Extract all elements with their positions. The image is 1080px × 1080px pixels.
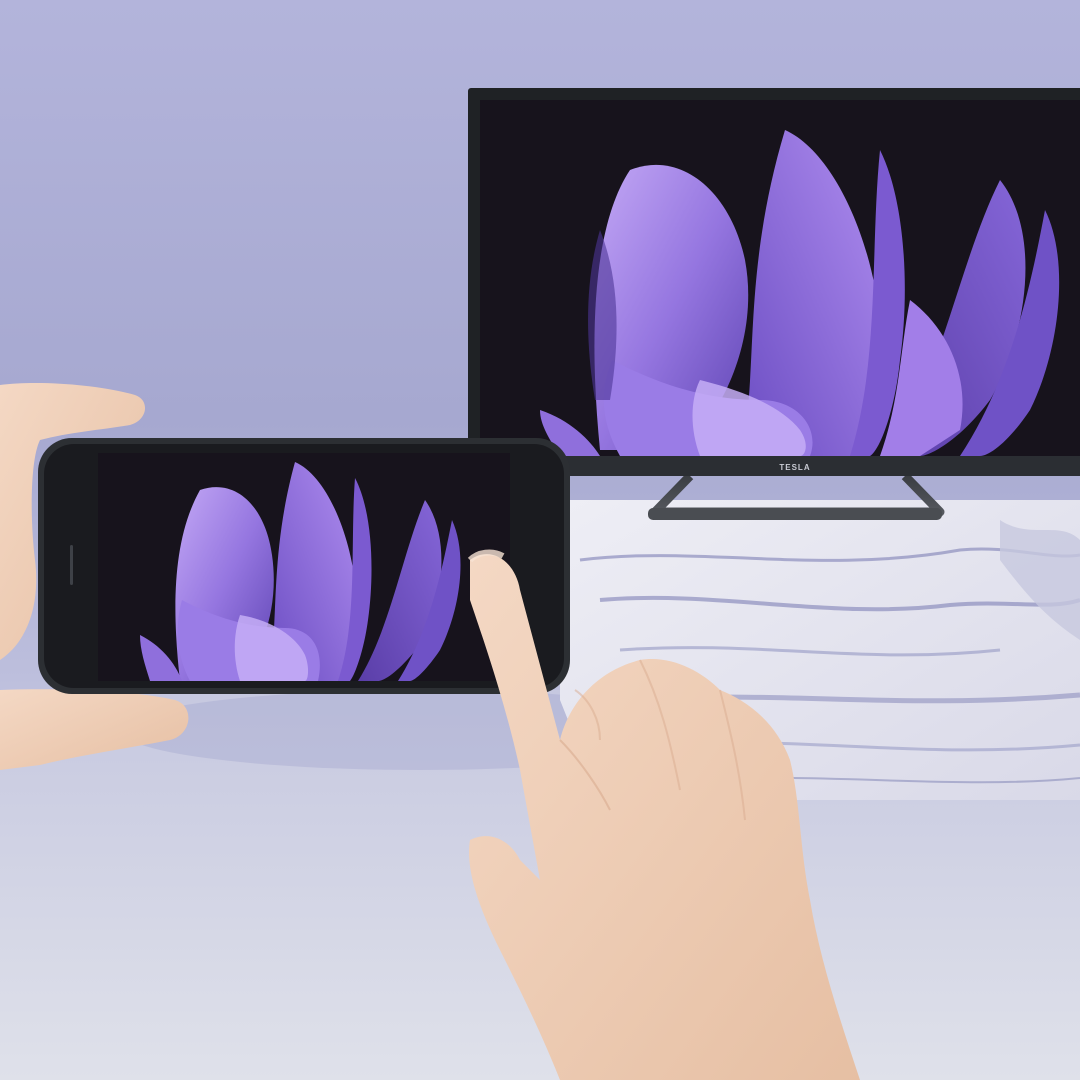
product-scene: TESLA: [0, 0, 1080, 1080]
right-hand: [467, 549, 860, 1080]
foreground-illustration: [0, 383, 860, 1080]
